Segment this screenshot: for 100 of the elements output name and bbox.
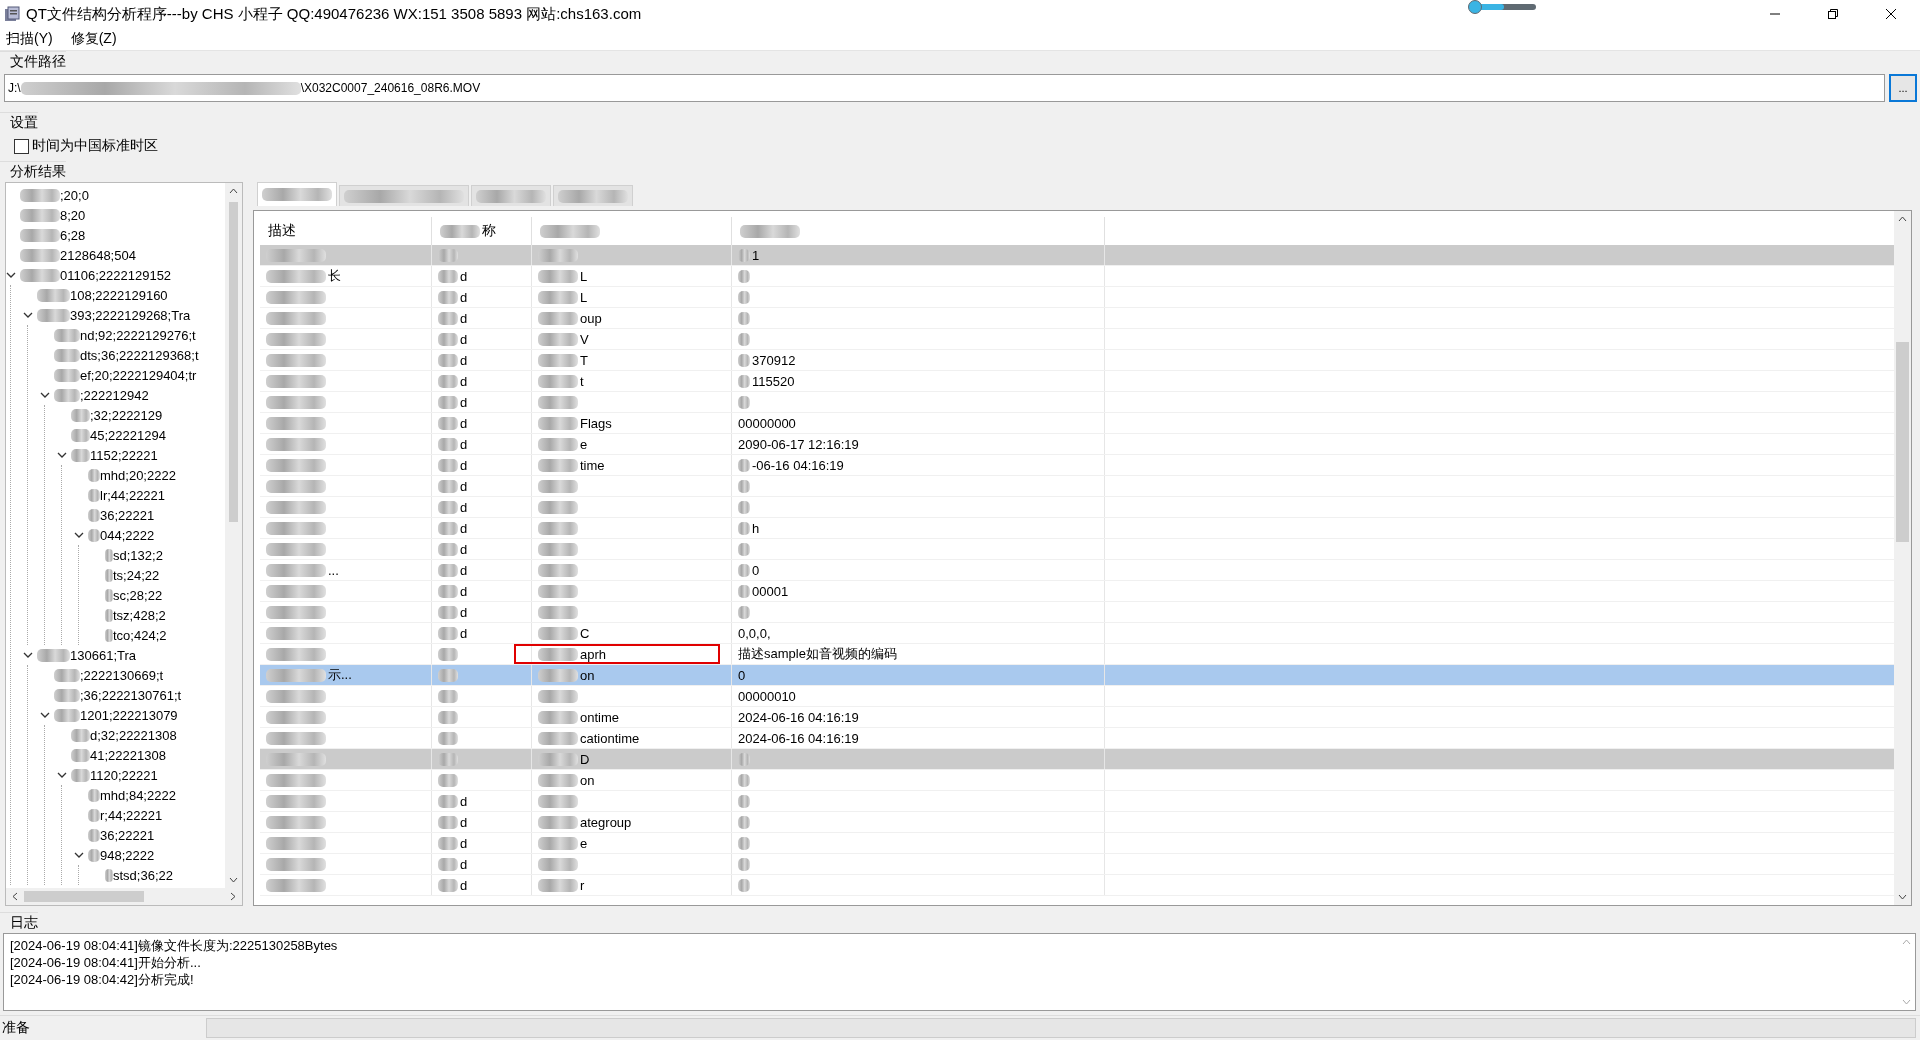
- table-cell: Flags: [580, 415, 612, 431]
- table-row[interactable]: d: [260, 497, 1894, 518]
- table-row[interactable]: d: [260, 539, 1894, 560]
- tree-item[interactable]: ;20;0: [60, 187, 89, 203]
- table-row[interactable]: d 00001: [260, 581, 1894, 602]
- table-cell: 00001: [752, 583, 789, 599]
- tree-item[interactable]: mhd;84;2222: [100, 787, 176, 803]
- table-cell: d: [460, 856, 468, 872]
- table-cell: 0: [752, 562, 760, 578]
- table-row[interactable]: d t 115520: [260, 371, 1894, 392]
- table-cell: aprh: [580, 646, 607, 662]
- table-row[interactable]: D: [260, 749, 1894, 770]
- table-row[interactable]: d e: [260, 833, 1894, 854]
- table-cell: cationtime: [580, 730, 640, 746]
- table-cell: d: [460, 331, 468, 347]
- table-row[interactable]: d r: [260, 875, 1894, 896]
- tree-item[interactable]: 130661;Tra: [70, 647, 136, 663]
- menu-item[interactable]: 扫描(Y): [4, 30, 55, 48]
- tree-item[interactable]: 1152;22221: [90, 447, 158, 463]
- table-cell: oup: [580, 310, 602, 326]
- table-row[interactable]: d T 370912: [260, 350, 1894, 371]
- table-row[interactable]: d e 2090-06-17 12:16:19: [260, 434, 1894, 455]
- tree-item[interactable]: 41;22221308: [90, 747, 166, 763]
- tree-item[interactable]: 948;2222: [100, 847, 155, 863]
- browse-button[interactable]: ...: [1889, 74, 1917, 102]
- tree-item[interactable]: sc;28;22: [113, 587, 163, 603]
- tree-item[interactable]: 6;28: [60, 227, 86, 243]
- table-cell: t: [580, 373, 584, 389]
- tree-item[interactable]: ;32;2222129: [90, 407, 163, 423]
- table-row[interactable]: on: [260, 770, 1894, 791]
- table-cell: T: [580, 352, 588, 368]
- table-cell: d: [460, 835, 468, 851]
- table-cell: d: [460, 877, 468, 893]
- table-cell: 370912: [752, 352, 796, 368]
- table-cell: d: [460, 793, 468, 809]
- tree-item[interactable]: r;44;22221: [100, 807, 163, 823]
- table-row[interactable]: d: [260, 791, 1894, 812]
- tree-item[interactable]: 044;2222: [100, 527, 155, 543]
- tree-item[interactable]: 393;2222129268;Tra: [70, 307, 191, 323]
- menu-item[interactable]: 修复(Z): [68, 30, 119, 48]
- table-cell: 00000010: [738, 688, 796, 704]
- table-row[interactable]: ontime 2024-06-16 04:16:19: [260, 707, 1894, 728]
- table-cell: on: [580, 667, 595, 683]
- tree-item[interactable]: dts;36;2222129368;t: [80, 347, 199, 363]
- table-row[interactable]: d h: [260, 518, 1894, 539]
- table-cell: 示...: [328, 666, 352, 684]
- tree-item[interactable]: 108;2222129160: [70, 287, 168, 303]
- table-cell: ontime: [580, 709, 620, 725]
- tree-item[interactable]: ts;24;22: [113, 567, 160, 583]
- table-row[interactable]: d V: [260, 329, 1894, 350]
- table-row[interactable]: 长 d L: [260, 266, 1894, 287]
- table-cell: C: [580, 625, 590, 641]
- tree-item[interactable]: ;36;2222130761;t: [80, 687, 182, 703]
- table-row[interactable]: d: [260, 854, 1894, 875]
- tree-item[interactable]: tsz;428;2: [113, 607, 166, 623]
- table-row[interactable]: d Flags 00000000: [260, 413, 1894, 434]
- table-row[interactable]: 1: [260, 245, 1894, 266]
- table-cell: 长: [328, 267, 341, 285]
- group-label: 设置: [0, 112, 38, 131]
- tree-item[interactable]: mhd;20;2222: [100, 467, 176, 483]
- tree-item[interactable]: 36;22221: [100, 827, 155, 843]
- tree-item[interactable]: tco;424;2: [113, 627, 167, 643]
- tree-item[interactable]: 8;20: [60, 207, 86, 223]
- table-cell: d: [460, 478, 468, 494]
- tree-item[interactable]: 36;22221: [100, 507, 155, 523]
- tree-item[interactable]: 01106;2222129152: [60, 267, 172, 283]
- table-row[interactable]: d: [260, 476, 1894, 497]
- tree-item[interactable]: d;32;22221308: [90, 727, 177, 743]
- table-row[interactable]: d oup: [260, 308, 1894, 329]
- tree-item[interactable]: 45;22221294: [90, 427, 166, 443]
- table-cell: d: [460, 604, 468, 620]
- table-row[interactable]: 示... on 0: [260, 665, 1894, 686]
- table-cell: 描述sample如音视频的编码: [738, 645, 897, 663]
- group-label: 文件路径: [0, 51, 66, 70]
- tree-item[interactable]: 1120;22221: [90, 767, 158, 783]
- tree-item[interactable]: lr;44;22221: [100, 487, 166, 503]
- tree-item[interactable]: ;222212942: [80, 387, 149, 403]
- table-row[interactable]: ... d 0: [260, 560, 1894, 581]
- table-cell: L: [580, 289, 588, 305]
- checkbox-label: 时间为中国标准时区: [32, 137, 158, 155]
- tree-item[interactable]: 1201;222213079: [80, 707, 178, 723]
- table-cell: L: [580, 268, 588, 284]
- path-field[interactable]: J:\ \X032C0007_240616_08R6.MOV: [4, 74, 1885, 102]
- table-row[interactable]: d: [260, 392, 1894, 413]
- tree-item[interactable]: nd;92;2222129276;t: [80, 327, 196, 343]
- table-row[interactable]: 00000010: [260, 686, 1894, 707]
- tree-item[interactable]: 2128648;504: [60, 247, 136, 263]
- table-row[interactable]: d: [260, 602, 1894, 623]
- tree-item[interactable]: stsd;36;22: [113, 867, 173, 883]
- table-cell: ...: [328, 562, 339, 578]
- tree-item[interactable]: ;2222130669;t: [80, 667, 164, 683]
- log-line: [2024-06-19 08:04:42]分析完成!: [10, 971, 195, 988]
- table-row[interactable]: d L: [260, 287, 1894, 308]
- table-row[interactable]: d time -06-16 04:16:19: [260, 455, 1894, 476]
- table-cell: d: [460, 289, 468, 305]
- tree-item[interactable]: sd;132;2: [113, 547, 163, 563]
- table-row[interactable]: d ategroup: [260, 812, 1894, 833]
- table-cell: 2024-06-16 04:16:19: [738, 730, 859, 746]
- table-row[interactable]: d C 0,0,0,: [260, 623, 1894, 644]
- tree-item[interactable]: ef;20;2222129404;tr: [80, 367, 197, 383]
